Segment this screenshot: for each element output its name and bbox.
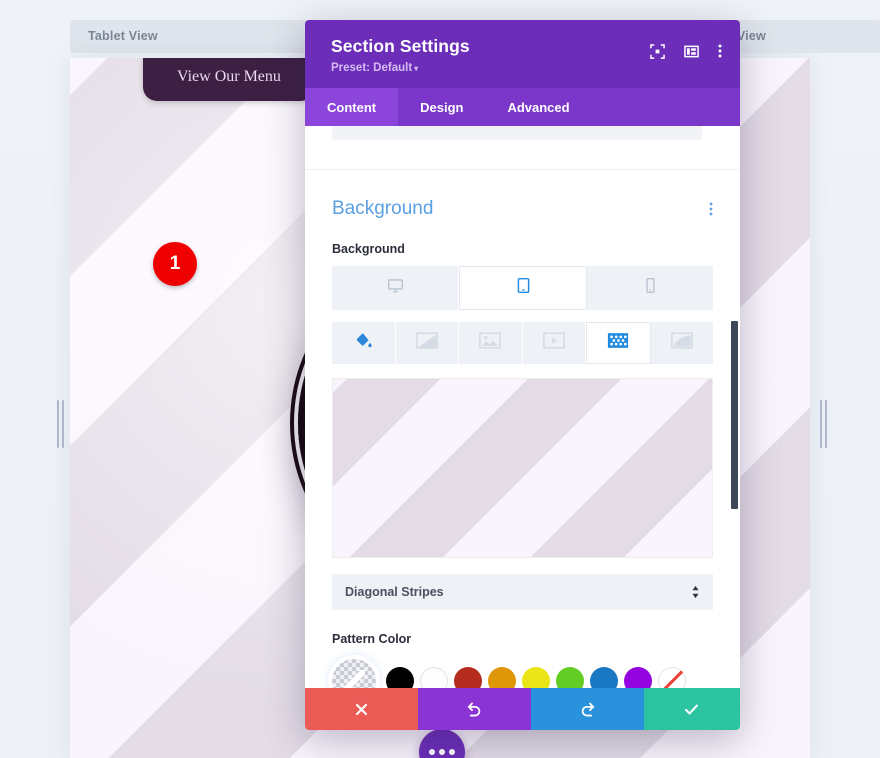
background-type-group <box>332 322 713 364</box>
modal-tabs: Content Design Advanced <box>305 88 740 126</box>
search-field-partial[interactable] <box>332 126 702 140</box>
background-type-video[interactable] <box>522 322 586 364</box>
expand-icon[interactable] <box>650 43 665 59</box>
layout-columns-icon[interactable] <box>684 44 699 59</box>
monitor-icon <box>387 277 404 299</box>
pattern-select-value: Diagonal Stripes <box>345 585 444 599</box>
gradient-icon <box>416 332 438 354</box>
save-button[interactable] <box>643 688 740 730</box>
section-title-row: Background <box>332 170 713 220</box>
resize-handle-left[interactable] <box>57 400 64 448</box>
background-type-image[interactable] <box>459 322 523 364</box>
redo-button[interactable] <box>530 688 644 730</box>
background-type-pattern[interactable] <box>586 322 651 364</box>
modal-action-bar <box>305 688 740 730</box>
header-icon-group <box>650 43 722 59</box>
phone-icon <box>645 277 656 299</box>
preset-selector[interactable]: Preset: Default ▾ <box>331 62 714 74</box>
pattern-color-label: Pattern Color <box>332 632 412 646</box>
tab-design[interactable]: Design <box>398 88 485 126</box>
tab-advanced[interactable]: Advanced <box>485 88 591 126</box>
device-toggle-group <box>332 266 713 310</box>
pattern-icon <box>607 332 629 354</box>
device-phone-button[interactable] <box>587 266 713 310</box>
modal-scrollbar[interactable] <box>730 170 738 688</box>
modal-header: Section Settings Preset: Default ▾ <box>305 20 740 88</box>
tablet-view-label-left: Tablet View <box>70 20 310 53</box>
background-type-gradient[interactable] <box>395 322 459 364</box>
view-our-menu-button[interactable]: View Our Menu <box>143 58 315 101</box>
section-kebab-icon[interactable] <box>709 201 713 217</box>
device-tablet-button[interactable] <box>459 266 587 310</box>
tablet-icon <box>516 277 531 299</box>
chevron-down-icon: ▾ <box>414 64 419 73</box>
modal-body: Background Background Diagonal Stripes P… <box>305 126 740 730</box>
paint-bucket-icon <box>354 331 373 355</box>
image-icon <box>479 332 501 354</box>
cancel-button[interactable] <box>305 688 418 730</box>
device-desktop-button[interactable] <box>332 266 459 310</box>
kebab-menu-icon[interactable] <box>718 43 722 59</box>
select-spinner-icon <box>691 585 700 599</box>
modal-scrollbar-thumb[interactable] <box>731 321 738 509</box>
pattern-select[interactable]: Diagonal Stripes <box>332 574 713 610</box>
preset-label: Preset: Default <box>331 62 413 74</box>
background-type-mask[interactable] <box>650 322 713 364</box>
video-icon <box>543 332 565 354</box>
undo-button[interactable] <box>417 688 531 730</box>
tab-content[interactable]: Content <box>305 88 399 126</box>
mask-icon <box>671 332 693 354</box>
background-field-label: Background <box>332 242 405 256</box>
section-settings-modal: Section Settings Preset: Default ▾ Conte… <box>305 20 740 730</box>
section-title: Background <box>332 198 434 219</box>
annotation-badge-1: 1 <box>153 242 197 286</box>
background-section: Background Background Diagonal Stripes P… <box>305 170 740 730</box>
pattern-preview <box>332 378 713 558</box>
resize-handle-right[interactable] <box>820 400 827 448</box>
background-type-color[interactable] <box>332 322 396 364</box>
